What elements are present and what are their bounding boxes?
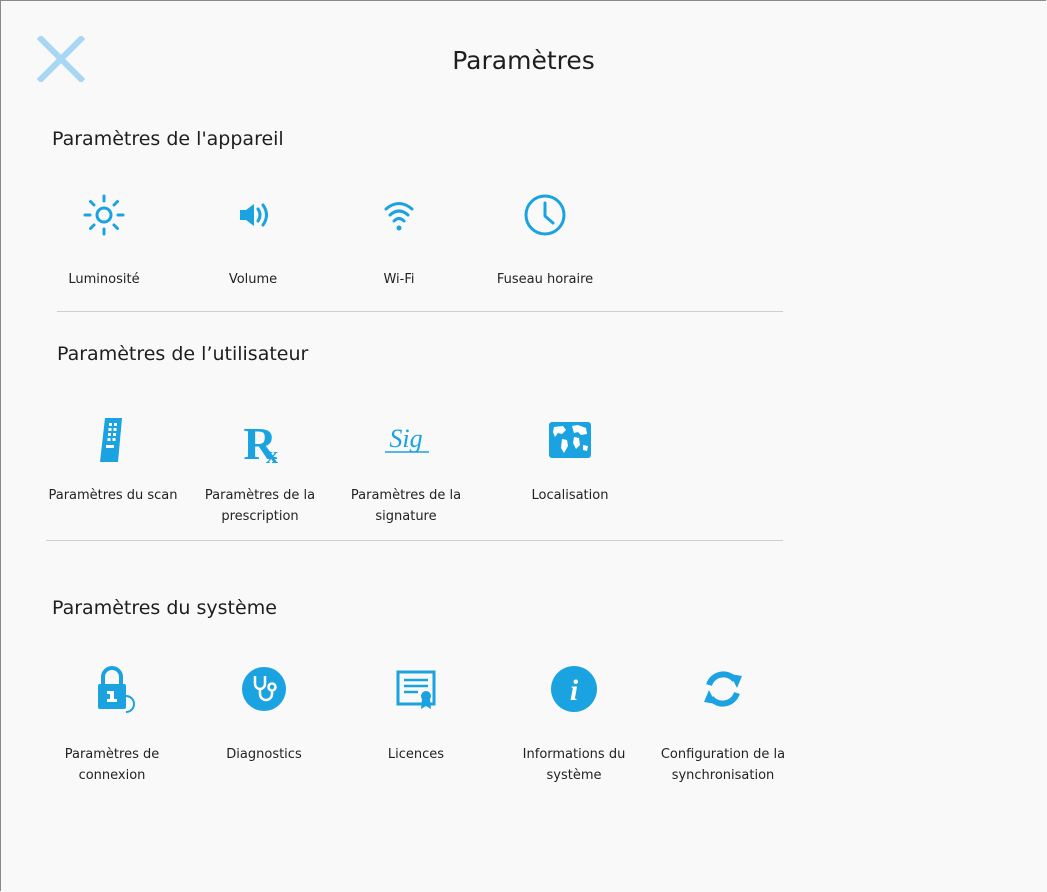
tile-label: Paramètres de connexion: [64, 747, 160, 783]
tile-wifi[interactable]: Wi-Fi: [324, 190, 474, 300]
section-title-device: Paramètres de l'appareil: [52, 128, 284, 150]
tile-localization[interactable]: Localisation: [495, 415, 645, 525]
info-icon: i: [549, 664, 599, 714]
page-title: Paramètres: [452, 46, 595, 75]
tile-connection-settings[interactable]: Paramètres de connexion: [37, 664, 187, 783]
tile-label: Paramètres de la prescription: [204, 488, 316, 524]
svg-text:Sig: Sig: [389, 424, 422, 453]
tile-volume[interactable]: Volume: [178, 190, 328, 300]
brightness-icon: [79, 190, 129, 240]
signature-icon: Sig: [381, 415, 431, 465]
svg-text:i: i: [570, 674, 579, 707]
lock-icon: [87, 664, 137, 714]
sync-icon: [698, 664, 748, 714]
tile-brightness[interactable]: Luminosité: [29, 190, 179, 300]
tile-label: Localisation: [531, 488, 609, 503]
tile-timezone[interactable]: Fuseau horaire: [470, 190, 620, 300]
rx-icon: R x: [235, 415, 285, 465]
stethoscope-icon: [239, 664, 289, 714]
tile-scan-settings[interactable]: Paramètres du scan: [38, 415, 188, 525]
tile-licenses[interactable]: Licences: [341, 664, 491, 774]
certificate-icon: [391, 664, 441, 714]
world-map-icon: [545, 415, 595, 465]
tile-label: Volume: [228, 272, 278, 287]
section-divider: [57, 311, 783, 312]
tile-diagnostics[interactable]: Diagnostics: [189, 664, 339, 774]
tile-signature-settings[interactable]: Sig Paramètres de la signature: [331, 415, 481, 525]
tile-label: Diagnostics: [226, 747, 302, 762]
svg-text:x: x: [266, 443, 278, 465]
tile-label: Informations du système: [522, 747, 626, 783]
tile-label: Configuration de la synchronisation: [660, 747, 786, 783]
wifi-icon: [374, 190, 424, 240]
section-title-system: Paramètres du système: [52, 597, 277, 619]
tile-sync-config[interactable]: Configuration de la synchronisation: [648, 664, 798, 783]
volume-icon: [228, 190, 278, 240]
tile-label: Luminosité: [68, 272, 140, 287]
clock-icon: [520, 190, 570, 240]
tile-prescription-settings[interactable]: R x Paramètres de la prescription: [185, 415, 335, 525]
section-title-user: Paramètres de l’utilisateur: [57, 343, 309, 365]
tile-label: Wi-Fi: [383, 272, 415, 287]
tile-label: Fuseau horaire: [496, 272, 594, 287]
tile-label: Paramètres du scan: [48, 488, 178, 503]
scanner-icon: [88, 415, 138, 465]
tile-system-info[interactable]: i Informations du système: [499, 664, 649, 783]
tile-label: Licences: [387, 747, 445, 762]
tile-label: Paramètres de la signature: [350, 488, 462, 524]
section-divider: [46, 540, 783, 541]
